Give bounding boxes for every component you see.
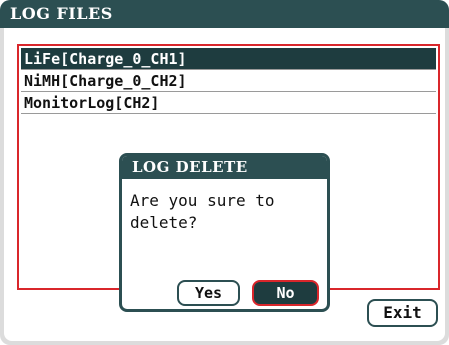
dialog-title-bar: LOG DELETE [122, 156, 327, 179]
yes-button[interactable]: Yes [177, 280, 240, 306]
list-item-label: LiFe[Charge_0_CH1] [24, 50, 187, 68]
list-item-label: MonitorLog[CH2] [24, 94, 160, 112]
list-item[interactable]: LiFe[Charge_0_CH1] [21, 48, 436, 70]
dialog-title: LOG DELETE [132, 158, 248, 176]
list-item-label: NiMH[Charge_0_CH2] [24, 72, 187, 90]
dialog-message: Are you sure to delete? [130, 191, 275, 232]
log-delete-dialog: LOG DELETE Are you sure to delete? Yes N… [119, 153, 330, 312]
exit-button[interactable]: Exit [367, 299, 438, 327]
device-screen: LOG FILES LiFe[Charge_0_CH1] NiMH[Charge… [0, 0, 449, 345]
no-button[interactable]: No [252, 280, 319, 306]
list-item[interactable]: MonitorLog[CH2] [21, 92, 436, 114]
page-title: LOG FILES [10, 4, 113, 23]
title-bar: LOG FILES [0, 0, 449, 28]
list-item[interactable]: NiMH[Charge_0_CH2] [21, 70, 436, 92]
